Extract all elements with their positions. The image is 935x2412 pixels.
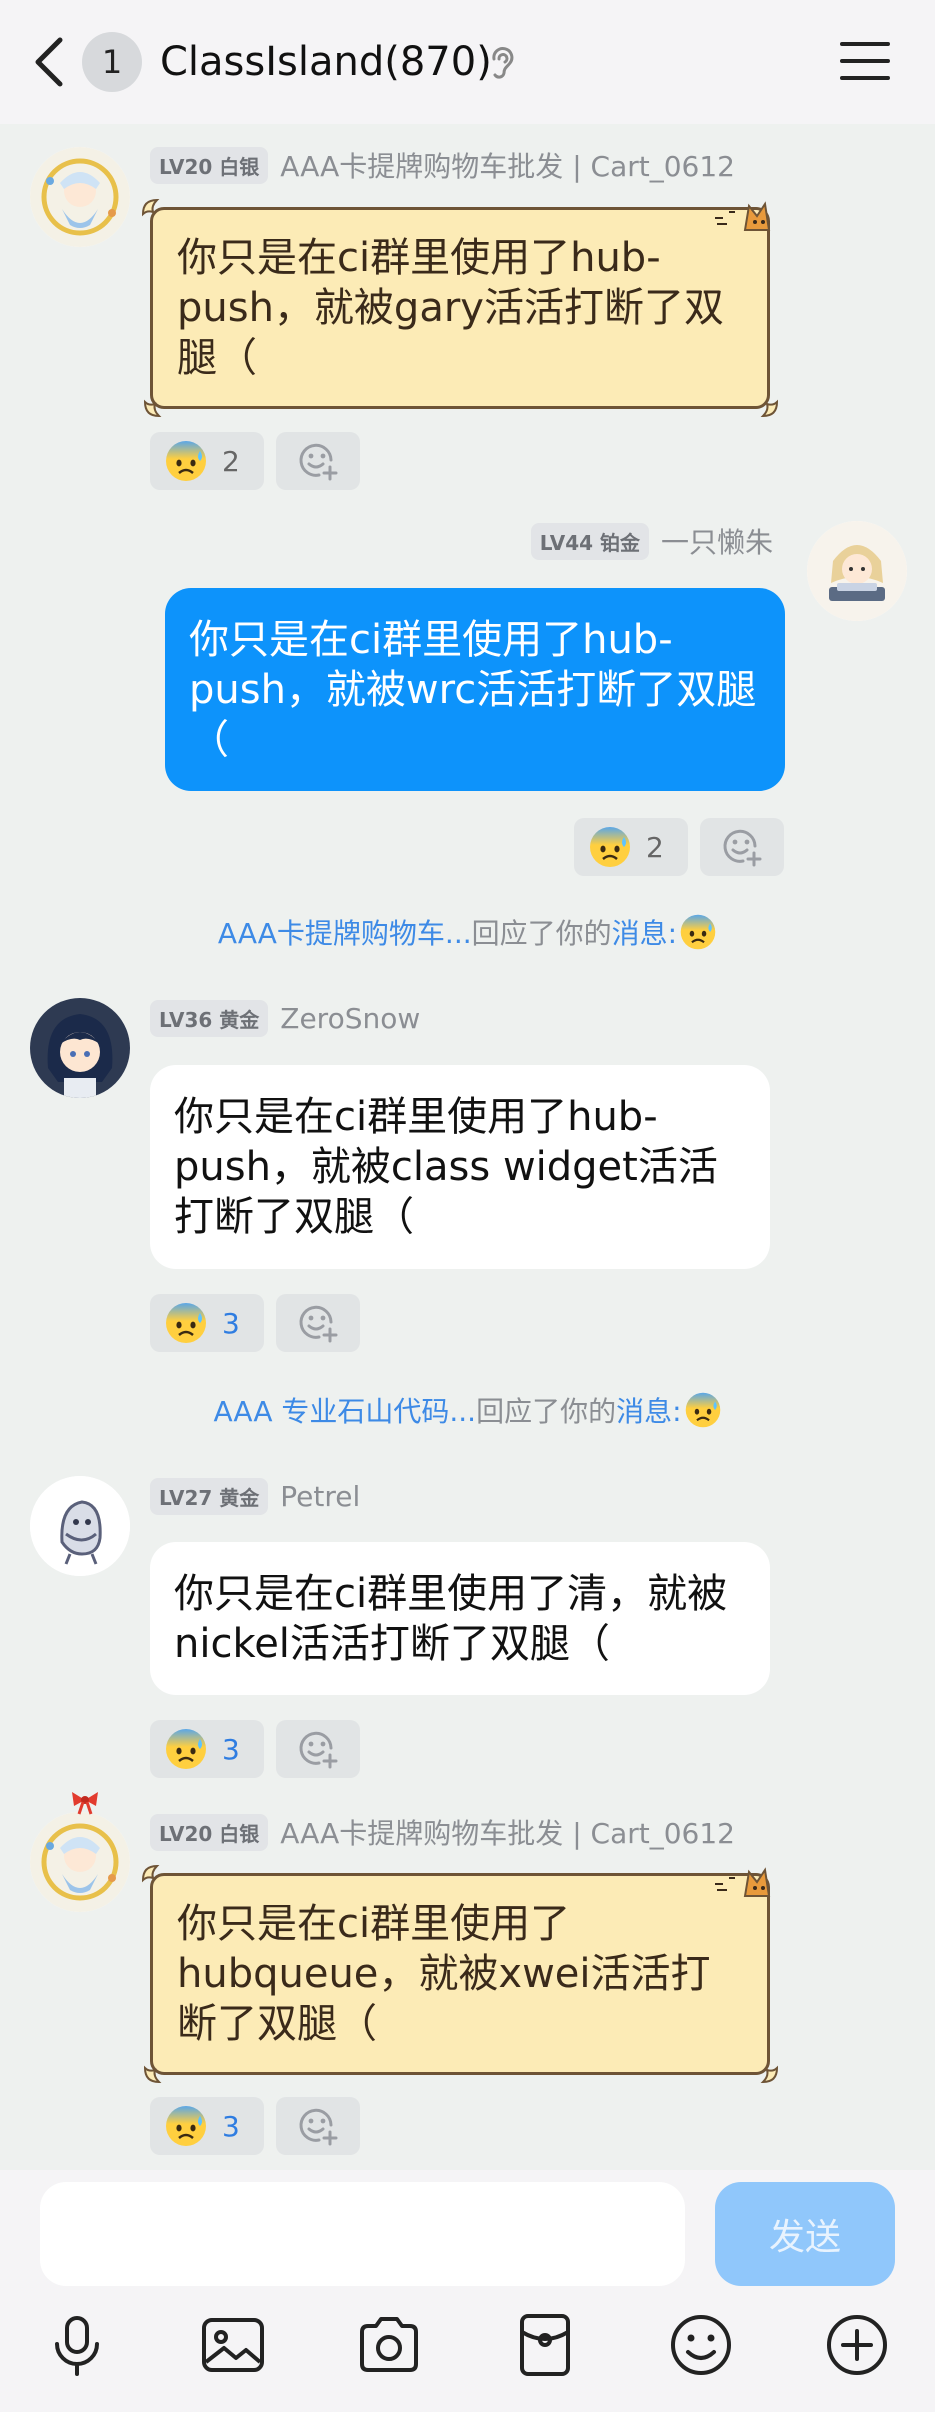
message-text: 你只是在ci群里使用了hub-push，就被gary活活打断了双腿（ <box>177 235 724 381</box>
notice-message-link[interactable]: 消息: <box>616 1395 681 1428</box>
avatar[interactable] <box>807 521 907 621</box>
red-packet-icon[interactable] <box>510 2310 580 2380</box>
level-badge: LV20 白银 <box>150 146 269 184</box>
notice-text: 回应了你的 <box>476 1395 617 1428</box>
scroll-curl-icon <box>141 198 160 217</box>
notice-text: 回应了你的 <box>471 917 612 950</box>
message-bubble[interactable]: 你只是在ci群里使用了清，就被nickel活活打断了双腿（ <box>150 1542 770 1695</box>
sender-name[interactable]: AAA卡提牌购物车批发 | Cart_0612 <box>280 1812 735 1852</box>
chat-header: 1 ClassIsland(870) <box>0 0 935 124</box>
reaction-count: 3 <box>222 1306 240 1340</box>
add-emoji-icon <box>299 2108 338 2146</box>
level-badge: LV36 黄金 <box>150 999 269 1037</box>
message-input[interactable] <box>40 2182 685 2286</box>
anxious-sweat-face-emoji <box>166 1729 206 1769</box>
ear-icon <box>492 47 514 79</box>
anxious-sweat-face-emoji <box>166 1303 206 1343</box>
reaction-notice: AAA 专业石山代码...回应了你的消息: <box>0 1390 935 1430</box>
add-reaction-button[interactable] <box>276 432 360 490</box>
add-reaction-button[interactable] <box>276 2097 360 2155</box>
notice-actor[interactable]: AAA卡提牌购物车... <box>218 917 472 950</box>
notice-actor[interactable]: AAA 专业石山代码... <box>213 1395 476 1428</box>
sender-name[interactable]: 一只懒朱 <box>661 521 773 561</box>
add-reaction-button[interactable] <box>700 818 784 876</box>
reaction-chip[interactable]: 2 <box>574 818 688 876</box>
image-icon[interactable] <box>198 2310 268 2380</box>
emoji-icon[interactable] <box>666 2310 736 2380</box>
cat-decoration-icon <box>715 1867 771 1897</box>
sender-meta: LV20 白银 AAA卡提牌购物车批发 | Cart_0612 <box>150 145 735 185</box>
add-reaction-button[interactable] <box>276 1720 360 1778</box>
add-emoji-icon <box>299 1305 338 1343</box>
microphone-icon[interactable] <box>42 2310 112 2380</box>
chat-title[interactable]: ClassIsland(870) <box>160 34 492 90</box>
scroll-curl-icon <box>760 399 779 418</box>
sender-name[interactable]: ZeroSnow <box>280 1002 420 1035</box>
level-badge: LV20 白银 <box>150 1813 269 1851</box>
anxious-sweat-face-emoji <box>680 914 716 950</box>
scroll-curl-icon <box>143 399 162 418</box>
avatar[interactable] <box>30 998 130 1098</box>
camera-icon[interactable] <box>354 2310 424 2380</box>
anxious-sweat-face-emoji <box>685 1392 720 1428</box>
reaction-chip[interactable]: 2 <box>150 432 264 490</box>
reaction-count: 3 <box>222 2109 240 2143</box>
scroll-curl-icon <box>760 2065 779 2084</box>
sender-name[interactable]: Petrel <box>280 1480 360 1513</box>
message-bubble[interactable]: 你只是在ci群里使用了hub-push，就被class widget活活打断了双… <box>150 1065 770 1269</box>
anxious-sweat-face-emoji <box>590 827 630 867</box>
sender-meta: LV36 黄金 ZeroSnow <box>150 999 420 1037</box>
chevron-left-icon[interactable] <box>30 34 70 90</box>
sender-meta: LV20 白银 AAA卡提牌购物车批发 | Cart_0612 <box>150 1812 735 1852</box>
level-badge: LV44 铂金 <box>530 522 649 560</box>
add-emoji-icon <box>299 443 338 481</box>
message-bubble[interactable]: 你只是在ci群里使用了hubqueue，就被xwei活活打断了双腿（ <box>141 1864 779 2084</box>
red-bow-icon <box>72 1792 98 1815</box>
reaction-chip[interactable]: 3 <box>150 1720 264 1778</box>
cat-decoration-icon <box>715 201 771 231</box>
anxious-sweat-face-emoji <box>166 2106 206 2146</box>
reaction-chip[interactable]: 3 <box>150 2097 264 2155</box>
scroll-curl-icon <box>143 2065 162 2084</box>
message-bubble[interactable]: 你只是在ci群里使用了hub-push，就被gary活活打断了双腿（ <box>141 198 779 418</box>
message-bubble[interactable]: 你只是在ci群里使用了hub-push，就被wrc活活打断了双腿（ <box>165 588 785 791</box>
message-text: 你只是在ci群里使用了hubqueue，就被xwei活活打断了双腿（ <box>177 1901 711 2047</box>
avatar[interactable] <box>30 1812 130 1912</box>
level-badge: LV27 黄金 <box>150 1477 269 1515</box>
reaction-chip[interactable]: 3 <box>150 1294 264 1352</box>
notice-message-link[interactable]: 消息: <box>612 917 677 950</box>
sender-meta: LV27 黄金 Petrel <box>150 1477 360 1515</box>
send-button[interactable]: 发送 <box>715 2182 895 2286</box>
message-text: 你只是在ci群里使用了hub-push，就被class widget活活打断了双… <box>174 1094 718 1240</box>
scroll-curl-icon <box>141 1864 160 1883</box>
sender-meta: LV44 铂金 一只懒朱 <box>530 521 773 561</box>
reaction-count: 2 <box>646 830 664 864</box>
avatar[interactable] <box>30 1476 130 1576</box>
composer-bar: 发送 <box>0 2170 935 2412</box>
anxious-sweat-face-emoji <box>166 441 206 481</box>
reaction-count: 2 <box>222 444 240 478</box>
add-reaction-button[interactable] <box>276 1294 360 1352</box>
reaction-notice: AAA卡提牌购物车...回应了你的消息: <box>0 912 935 952</box>
reaction-count: 3 <box>222 1732 240 1766</box>
unread-count-badge[interactable]: 1 <box>82 32 142 92</box>
plus-icon[interactable] <box>822 2310 892 2380</box>
sender-name[interactable]: AAA卡提牌购物车批发 | Cart_0612 <box>280 145 735 185</box>
menu-icon[interactable] <box>838 38 892 84</box>
add-emoji-icon <box>299 1731 338 1769</box>
add-emoji-icon <box>723 829 762 867</box>
message-text: 你只是在ci群里使用了hub-push，就被wrc活活打断了双腿（ <box>189 616 757 763</box>
message-text: 你只是在ci群里使用了清，就被nickel活活打断了双腿（ <box>174 1570 728 1667</box>
avatar[interactable] <box>30 147 130 247</box>
